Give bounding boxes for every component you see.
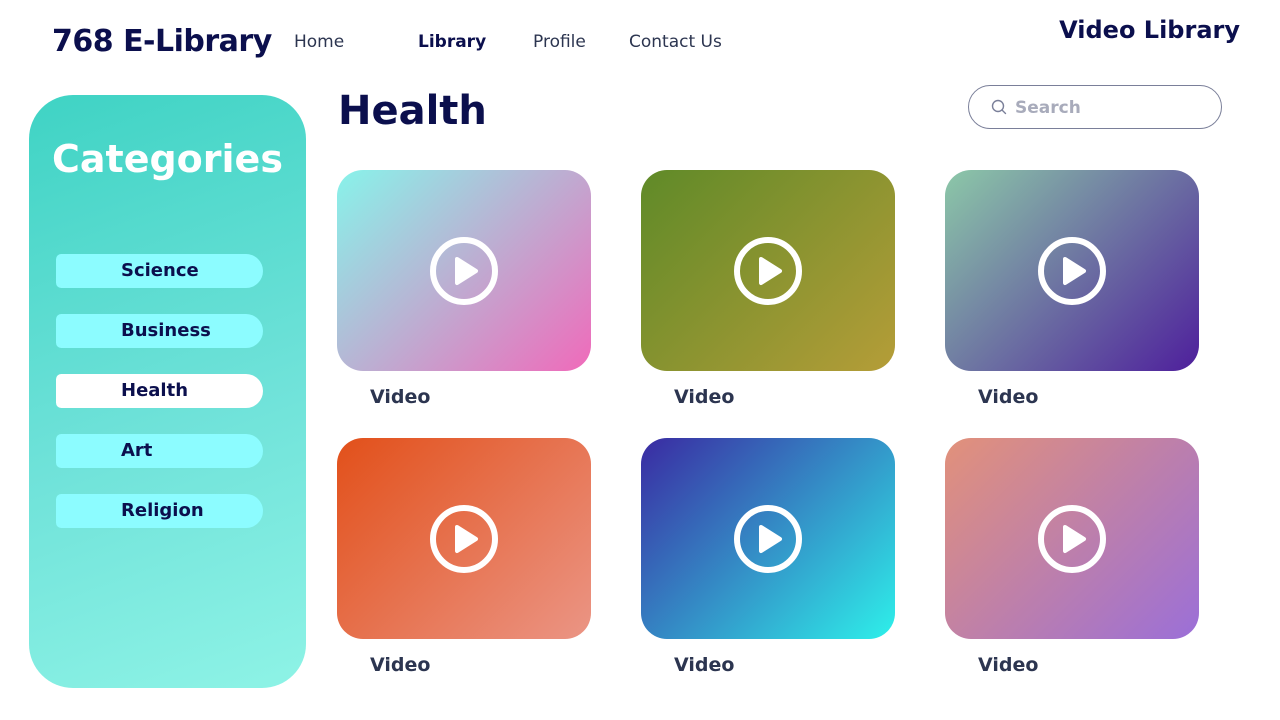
search-input[interactable] [1015,94,1205,122]
video-thumbnail[interactable] [641,170,895,371]
video-thumbnail[interactable] [641,438,895,639]
video-thumbnail[interactable] [337,170,591,371]
video-thumbnail[interactable] [945,438,1199,639]
play-icon[interactable] [733,236,803,306]
play-icon[interactable] [733,504,803,574]
play-icon[interactable] [429,236,499,306]
nav-profile[interactable]: Profile [533,32,586,52]
page-section-title: Video Library [1059,16,1240,44]
video-title[interactable]: Video [674,386,734,408]
category-religion[interactable]: Religion [56,494,263,528]
brand-logo[interactable]: 768 E-Library [52,24,272,59]
play-icon[interactable] [429,504,499,574]
search-box[interactable] [968,85,1222,129]
category-art[interactable]: Art [56,434,263,468]
search-icon [991,99,1007,115]
video-title[interactable]: Video [978,654,1038,676]
category-heading: Health [338,88,487,134]
category-science[interactable]: Science [56,254,263,288]
nav-contact-us[interactable]: Contact Us [629,32,722,52]
nav-home[interactable]: Home [294,32,344,52]
categories-sidebar: Categories Science Business Health Art R… [29,95,306,688]
video-thumbnail[interactable] [337,438,591,639]
video-title[interactable]: Video [674,654,734,676]
nav-library[interactable]: Library [418,32,486,52]
sidebar-title: Categories [52,137,283,181]
video-title[interactable]: Video [370,654,430,676]
video-title[interactable]: Video [978,386,1038,408]
play-icon[interactable] [1037,504,1107,574]
video-title[interactable]: Video [370,386,430,408]
category-health[interactable]: Health [56,374,263,408]
video-thumbnail[interactable] [945,170,1199,371]
play-icon[interactable] [1037,236,1107,306]
category-business[interactable]: Business [56,314,263,348]
